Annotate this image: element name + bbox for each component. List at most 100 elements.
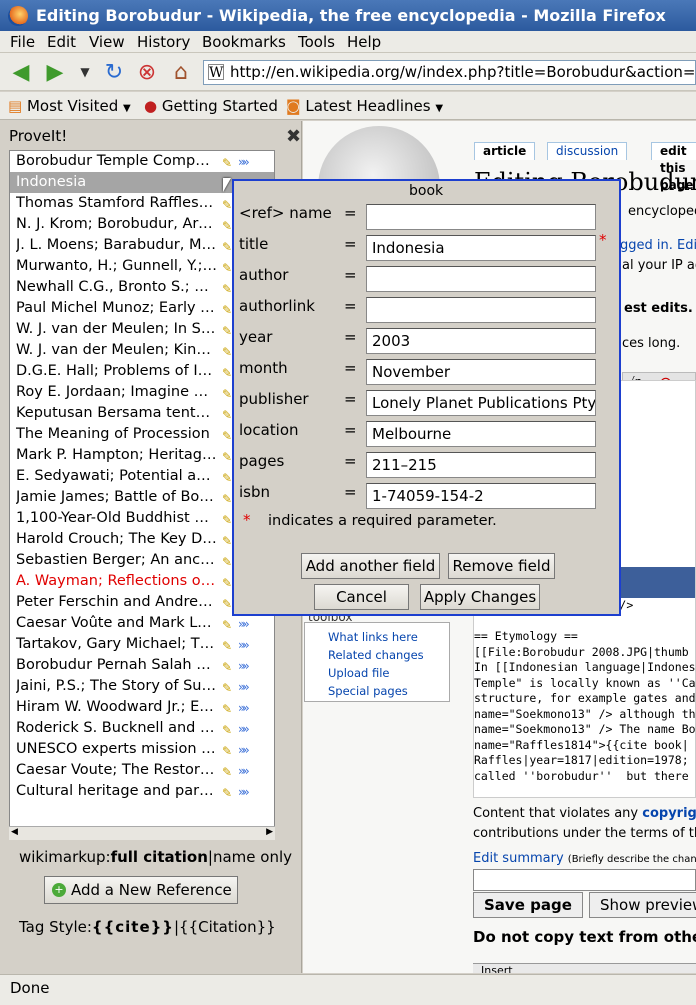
bookmark-getting-started[interactable]: ● Getting Started — [144, 97, 278, 115]
show-preview-button[interactable]: Show preview — [589, 892, 696, 918]
reload-icon[interactable]: ↻ — [101, 59, 127, 85]
edit-pencil-icon[interactable]: ✎ — [222, 426, 232, 445]
edit-pencil-icon[interactable]: ✎ — [222, 678, 232, 697]
reference-item[interactable]: Borobudur Pernah Salah Rekonstruksi✎ »» — [10, 655, 274, 676]
scroll-left-icon[interactable]: ◀ — [11, 827, 18, 837]
edit-summary-input[interactable] — [473, 869, 696, 891]
insert-reference-icon[interactable]: »» — [238, 698, 250, 718]
edit-pencil-icon[interactable]: ✎ — [222, 258, 232, 277]
stop-icon[interactable]: ⊗ — [134, 59, 160, 85]
bookmark-latest-headlines[interactable]: ◙ Latest Headlines ▼ — [286, 97, 443, 115]
bookmark-most-visited[interactable]: ▤ Most Visited ▼ — [8, 97, 131, 115]
edit-pencil-icon[interactable]: ✎ — [222, 636, 232, 655]
menu-file[interactable]: File — [10, 33, 35, 51]
edit-pencil-icon[interactable]: ✎ — [222, 573, 232, 592]
edit-summary-link[interactable]: Edit summary — [473, 851, 564, 866]
edit-pencil-icon[interactable]: ✎ — [222, 552, 232, 571]
menu-bookmarks[interactable]: Bookmarks — [202, 33, 286, 51]
edit-pencil-icon[interactable]: ✎ — [222, 720, 232, 739]
insert-reference-icon[interactable]: »» — [238, 740, 250, 760]
insert-select[interactable]: Insert — [481, 964, 513, 973]
menu-history[interactable]: History — [137, 33, 190, 51]
scroll-right-icon[interactable]: ▶ — [266, 827, 273, 837]
edit-pencil-icon[interactable]: ✎ — [222, 300, 232, 319]
reference-item[interactable]: UNESCO experts mission to Borobudur✎ »» — [10, 739, 274, 760]
edit-pencil-icon[interactable]: ✎ — [222, 531, 232, 550]
edit-pencil-icon[interactable]: ✎ — [222, 153, 232, 172]
home-icon[interactable]: ⌂ — [168, 59, 194, 85]
reference-item[interactable]: Caesar Voute; The Restoration ✎ »» — [10, 760, 274, 781]
insert-reference-icon[interactable]: »» — [238, 614, 250, 634]
edit-pencil-icon[interactable]: ✎ — [222, 363, 232, 382]
field-input-title[interactable]: Indonesia — [366, 235, 596, 261]
field-input-isbn[interactable]: 1-74059-154-2 — [366, 483, 596, 509]
insert-reference-icon[interactable]: »» — [238, 152, 250, 172]
insert-reference-icon[interactable]: »» — [238, 719, 250, 739]
edit-pencil-icon[interactable]: ✎ — [222, 783, 232, 802]
insert-reference-icon[interactable]: »» — [238, 782, 250, 802]
edit-pencil-icon[interactable]: ✎ — [222, 195, 232, 214]
edit-pencil-icon[interactable]: ✎ — [222, 384, 232, 403]
reference-item[interactable]: Caesar Voûte and Mark Long; Borobudur✎ »» — [10, 613, 274, 634]
edit-pencil-icon[interactable]: ✎ — [222, 741, 232, 760]
close-icon[interactable]: ✖ — [286, 126, 301, 147]
reference-item[interactable]: Hiram W. Woodward Jr.; Esoteric Buddhism… — [10, 697, 274, 718]
reference-item[interactable]: Borobudur Temple Compounds ✎ »» — [10, 151, 274, 172]
edit-pencil-icon[interactable]: ✎ — [222, 342, 232, 361]
wikimarkup-name-option[interactable]: name only — [213, 848, 292, 866]
field-input-location[interactable]: Melbourne — [366, 421, 596, 447]
edit-pencil-icon[interactable]: ✎ — [222, 237, 232, 256]
field-input-year[interactable]: 2003 — [366, 328, 596, 354]
edit-pencil-icon[interactable]: ✎ — [222, 657, 232, 676]
field-input-ref-name[interactable] — [366, 204, 596, 230]
reference-item[interactable]: Jaini, P.S.; The Story of Sudhana✎ »» — [10, 676, 274, 697]
edit-pencil-icon[interactable]: ✎ — [222, 594, 232, 613]
save-page-button[interactable]: Save page — [473, 892, 583, 918]
edit-pencil-icon[interactable]: ✎ — [222, 405, 232, 424]
edit-pencil-icon[interactable]: ✎ — [222, 489, 232, 508]
edit-pencil-icon[interactable]: ✎ — [222, 468, 232, 487]
edit-pencil-icon[interactable]: ✎ — [222, 699, 232, 718]
edit-pencil-icon[interactable]: ✎ — [222, 762, 232, 781]
menu-view[interactable]: View — [89, 33, 125, 51]
cancel-button[interactable]: Cancel — [314, 584, 409, 610]
toolbox-what-links-here[interactable]: What links here — [328, 630, 418, 644]
edit-pencil-icon[interactable]: ✎ — [222, 615, 232, 634]
add-field-button[interactable]: Add another field — [301, 553, 440, 579]
edit-pencil-icon[interactable]: ✎ — [222, 216, 232, 235]
toolbox-special-pages[interactable]: Special pages — [328, 684, 408, 698]
toolbox-related-changes[interactable]: Related changes — [328, 648, 424, 662]
tab-edit[interactable]: edit this page — [651, 142, 696, 192]
back-arrow-icon[interactable]: ◀ — [8, 59, 34, 85]
reference-item[interactable]: Cultural heritage and participation✎ »» — [10, 781, 274, 802]
reference-item[interactable]: Roderick S. Bucknell and Martin Stuart-F… — [10, 718, 274, 739]
insert-reference-icon[interactable]: »» — [238, 677, 250, 697]
edit-pencil-icon[interactable]: ✎ — [222, 510, 232, 529]
forward-arrow-icon[interactable]: ▶ — [42, 59, 68, 85]
tab-discussion[interactable]: discussion — [547, 142, 628, 160]
field-input-publisher[interactable]: Lonely Planet Publications Pty Ltd — [366, 390, 596, 416]
field-input-month[interactable]: November — [366, 359, 596, 385]
menu-help[interactable]: Help — [347, 33, 381, 51]
apply-changes-button[interactable]: Apply Changes — [420, 584, 540, 610]
edit-pencil-icon[interactable]: ✎ — [222, 321, 232, 340]
reference-item[interactable]: Tartakov, Gary Michael; The Dharma✎ »» — [10, 634, 274, 655]
copyright-link[interactable]: copyright — [642, 806, 696, 821]
menu-edit[interactable]: Edit — [47, 33, 76, 51]
edit-pencil-icon[interactable]: ✎ — [222, 279, 232, 298]
tab-article[interactable]: article — [474, 142, 536, 160]
edit-pencil-icon[interactable]: ✎ — [222, 447, 232, 466]
insert-reference-icon[interactable]: »» — [238, 635, 250, 655]
history-dropdown-icon[interactable]: ▼ — [72, 59, 98, 85]
field-input-author[interactable] — [366, 266, 596, 292]
remove-field-button[interactable]: Remove field — [448, 553, 555, 579]
menu-tools[interactable]: Tools — [298, 33, 335, 51]
url-input[interactable]: http://en.wikipedia.org/w/index.php?titl… — [203, 60, 696, 85]
horizontal-scrollbar[interactable]: ◀ ▶ — [9, 826, 275, 840]
insert-reference-icon[interactable]: »» — [238, 656, 250, 676]
tag-style-cite-option[interactable]: {{cite}} — [92, 918, 174, 936]
wikimarkup-full-option[interactable]: full citation — [111, 848, 208, 866]
toolbox-upload-file[interactable]: Upload file — [328, 666, 389, 680]
add-reference-button[interactable]: Add a New Reference — [44, 876, 238, 904]
field-input-authorlink[interactable] — [366, 297, 596, 323]
